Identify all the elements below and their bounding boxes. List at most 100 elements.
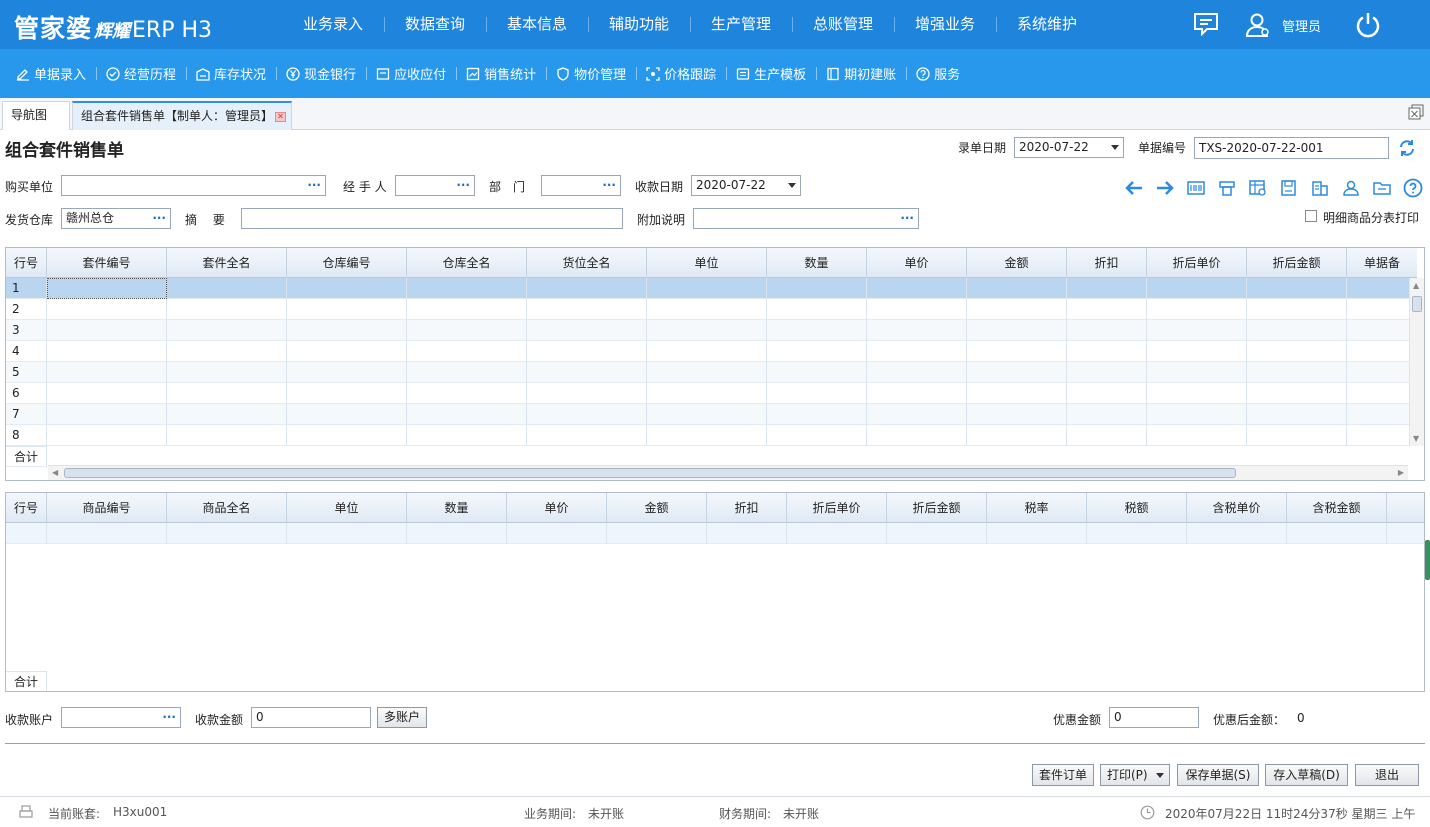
table-cell[interactable] [1347, 341, 1417, 362]
dept-field[interactable]: ··· [541, 175, 621, 196]
tab-kit-sales[interactable]: 组合套件销售单【制单人：管理员】 ✕ [72, 101, 292, 130]
detail-print-checkbox[interactable] [1305, 210, 1317, 222]
more-icon[interactable]: ··· [152, 209, 166, 228]
table-cell[interactable] [767, 341, 867, 362]
handler-field[interactable]: ··· [395, 175, 475, 196]
table-cell[interactable] [6, 523, 47, 544]
barcode-icon[interactable] [1180, 178, 1211, 198]
table-cell[interactable] [47, 362, 167, 383]
document-icon[interactable] [1304, 178, 1335, 198]
table-cell[interactable] [47, 404, 167, 425]
column-header[interactable]: 单据备 [1347, 248, 1417, 278]
table-cell[interactable] [647, 362, 767, 383]
column-header[interactable]: 折后金额 [1247, 248, 1347, 278]
table-cell[interactable] [1347, 278, 1417, 299]
table-cell[interactable] [967, 299, 1067, 320]
table-cell[interactable] [47, 320, 167, 341]
table-cell[interactable] [1287, 523, 1387, 544]
more-icon[interactable]: ··· [602, 176, 616, 195]
column-header[interactable]: 折扣 [1067, 248, 1147, 278]
message-icon[interactable] [1193, 12, 1219, 36]
main-nav-item[interactable]: 数据查询 [384, 0, 486, 49]
sub-nav-item[interactable]: 生产模板 [726, 49, 816, 98]
table-cell[interactable] [867, 362, 967, 383]
table-cell[interactable] [47, 299, 167, 320]
next-icon[interactable] [1149, 178, 1180, 198]
table-cell[interactable] [527, 341, 647, 362]
column-header[interactable]: 仓库全名 [407, 248, 527, 278]
column-header[interactable]: 含税金额 [1287, 493, 1387, 523]
table-row[interactable]: 8 [6, 425, 1417, 446]
person-icon[interactable] [1335, 178, 1366, 198]
table-row[interactable]: 3 [6, 320, 1417, 341]
table-cell[interactable] [1147, 341, 1247, 362]
table-cell[interactable] [287, 425, 407, 446]
table-cell[interactable] [647, 299, 767, 320]
column-header[interactable]: 税率 [987, 493, 1087, 523]
table-cell[interactable] [1067, 404, 1147, 425]
account-field[interactable]: ··· [61, 707, 181, 728]
table-cell[interactable] [767, 278, 867, 299]
scroll-left-icon[interactable]: ◀ [52, 468, 58, 477]
save-icon[interactable] [1273, 178, 1304, 198]
table-row[interactable]: 4 [6, 341, 1417, 362]
table-cell[interactable] [527, 404, 647, 425]
sub-nav-item[interactable]: 销售统计 [456, 49, 546, 98]
table-cell[interactable] [767, 362, 867, 383]
table-cell[interactable] [527, 320, 647, 341]
table-cell[interactable] [527, 299, 647, 320]
column-header[interactable]: 折后单价 [787, 493, 887, 523]
table-cell[interactable] [967, 362, 1067, 383]
table-cell[interactable] [167, 523, 287, 544]
table-cell[interactable] [507, 523, 607, 544]
table-cell[interactable] [527, 383, 647, 404]
table-cell[interactable] [607, 523, 707, 544]
table-cell[interactable] [1067, 278, 1147, 299]
column-header[interactable]: 行号 [6, 493, 47, 523]
table-cell[interactable] [167, 383, 287, 404]
column-header[interactable]: 折扣 [707, 493, 787, 523]
help-icon[interactable] [1397, 178, 1428, 198]
table-cell[interactable] [287, 362, 407, 383]
column-header[interactable]: 含税单价 [1187, 493, 1287, 523]
table-row[interactable] [6, 523, 1424, 544]
discount-field[interactable]: 0 [1109, 707, 1199, 728]
more-icon[interactable]: ··· [900, 209, 914, 228]
table-cell[interactable] [407, 278, 527, 299]
table-cell[interactable] [1147, 425, 1247, 446]
table-cell[interactable] [1347, 404, 1417, 425]
draft-button[interactable]: 存入草稿(D) [1265, 764, 1348, 786]
table-cell[interactable] [1347, 425, 1417, 446]
table-cell[interactable] [407, 320, 527, 341]
sub-nav-item[interactable]: 期初建账 [816, 49, 906, 98]
table-cell[interactable] [1247, 299, 1347, 320]
column-header[interactable]: 金额 [607, 493, 707, 523]
print-preview-icon[interactable] [1211, 178, 1242, 198]
table-cell[interactable] [47, 383, 167, 404]
sub-nav-item[interactable]: 价格跟踪 [636, 49, 726, 98]
column-header[interactable]: 仓库编号 [287, 248, 407, 278]
column-header[interactable]: 数量 [767, 248, 867, 278]
table-cell[interactable] [47, 425, 167, 446]
table-cell[interactable] [407, 341, 527, 362]
more-icon[interactable]: ··· [162, 708, 176, 727]
column-header[interactable]: 单位 [287, 493, 407, 523]
table-cell[interactable] [167, 425, 287, 446]
table-row[interactable]: 6 [6, 383, 1417, 404]
table-cell[interactable] [867, 278, 967, 299]
table-cell[interactable] [967, 404, 1067, 425]
table-cell[interactable] [987, 523, 1087, 544]
table-cell[interactable] [287, 278, 407, 299]
table-cell[interactable] [767, 320, 867, 341]
scroll-thumb[interactable] [64, 468, 1236, 478]
table-cell[interactable] [1347, 383, 1417, 404]
column-header[interactable]: 单位 [647, 248, 767, 278]
main-nav-item[interactable]: 增强业务 [894, 0, 996, 49]
table-cell[interactable] [287, 320, 407, 341]
table-cell[interactable] [967, 383, 1067, 404]
table-cell[interactable] [167, 299, 287, 320]
table-cell[interactable] [787, 523, 887, 544]
table-cell[interactable] [1247, 383, 1347, 404]
table-cell[interactable] [767, 425, 867, 446]
table-cell[interactable] [767, 299, 867, 320]
